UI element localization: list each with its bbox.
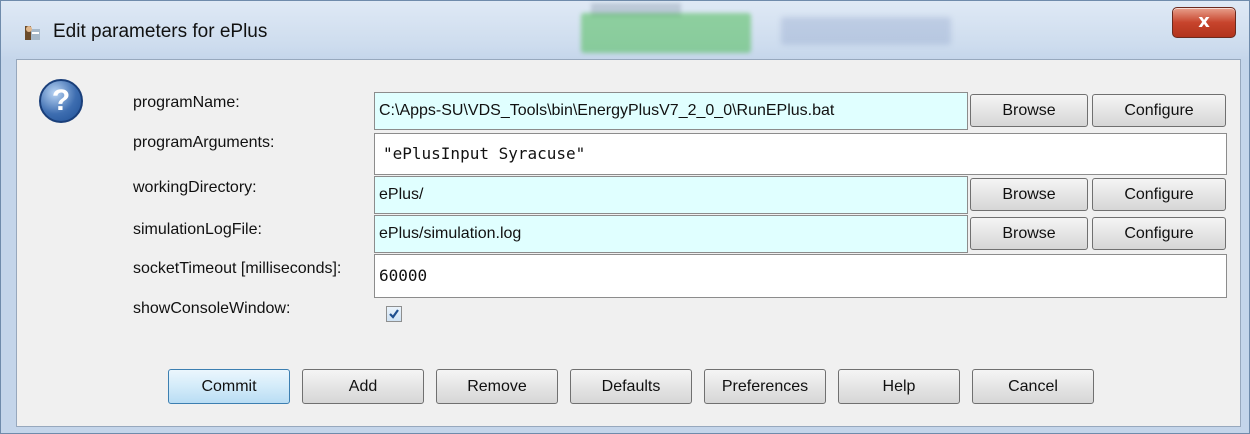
background-blur-blue bbox=[781, 17, 951, 45]
working-directory-browse-button[interactable]: Browse bbox=[970, 178, 1088, 211]
defaults-button[interactable]: Defaults bbox=[570, 369, 692, 404]
socket-timeout-label: socketTimeout [milliseconds]: bbox=[133, 260, 342, 277]
dialog-window: Edit parameters for ePlus x ? programNam… bbox=[0, 0, 1250, 434]
program-name-label: programName: bbox=[133, 94, 240, 111]
remove-button[interactable]: Remove bbox=[436, 369, 558, 404]
window-title: Edit parameters for ePlus bbox=[53, 21, 268, 42]
working-directory-field[interactable]: ePlus/ bbox=[374, 176, 968, 214]
working-directory-label: workingDirectory: bbox=[133, 179, 257, 196]
add-button[interactable]: Add bbox=[302, 369, 424, 404]
show-console-window-label: showConsoleWindow: bbox=[133, 300, 291, 317]
close-button[interactable]: x bbox=[1172, 7, 1236, 38]
program-name-configure-button[interactable]: Configure bbox=[1092, 94, 1226, 127]
simulation-log-file-browse-button[interactable]: Browse bbox=[970, 217, 1088, 250]
simulation-log-file-configure-button[interactable]: Configure bbox=[1092, 217, 1226, 250]
program-arguments-field[interactable]: "ePlusInput Syracuse" bbox=[374, 133, 1227, 175]
socket-timeout-field[interactable]: 60000 bbox=[374, 254, 1227, 298]
simulation-log-file-field[interactable]: ePlus/simulation.log bbox=[374, 215, 968, 253]
program-arguments-label: programArguments: bbox=[133, 134, 275, 151]
commit-button[interactable]: Commit bbox=[168, 369, 290, 404]
program-name-field[interactable]: C:\Apps-SU\VDS_Tools\bin\EnergyPlusV7_2_… bbox=[374, 92, 968, 130]
help-button[interactable]: Help bbox=[838, 369, 960, 404]
program-name-browse-button[interactable]: Browse bbox=[970, 94, 1088, 127]
working-directory-configure-button[interactable]: Configure bbox=[1092, 178, 1226, 211]
show-console-window-checkbox[interactable] bbox=[386, 306, 402, 322]
app-icon bbox=[23, 23, 43, 43]
background-blur-green bbox=[581, 13, 751, 53]
simulation-log-file-label: simulationLogFile: bbox=[133, 221, 262, 238]
preferences-button[interactable]: Preferences bbox=[704, 369, 826, 404]
cancel-button[interactable]: Cancel bbox=[972, 369, 1094, 404]
dialog-content: ? programName: C:\Apps-SU\VDS_Tools\bin\… bbox=[16, 59, 1241, 427]
title-bar[interactable]: Edit parameters for ePlus x bbox=[1, 1, 1249, 59]
question-icon: ? bbox=[39, 79, 83, 123]
checkmark-icon bbox=[389, 309, 399, 319]
close-icon: x bbox=[1198, 11, 1210, 32]
